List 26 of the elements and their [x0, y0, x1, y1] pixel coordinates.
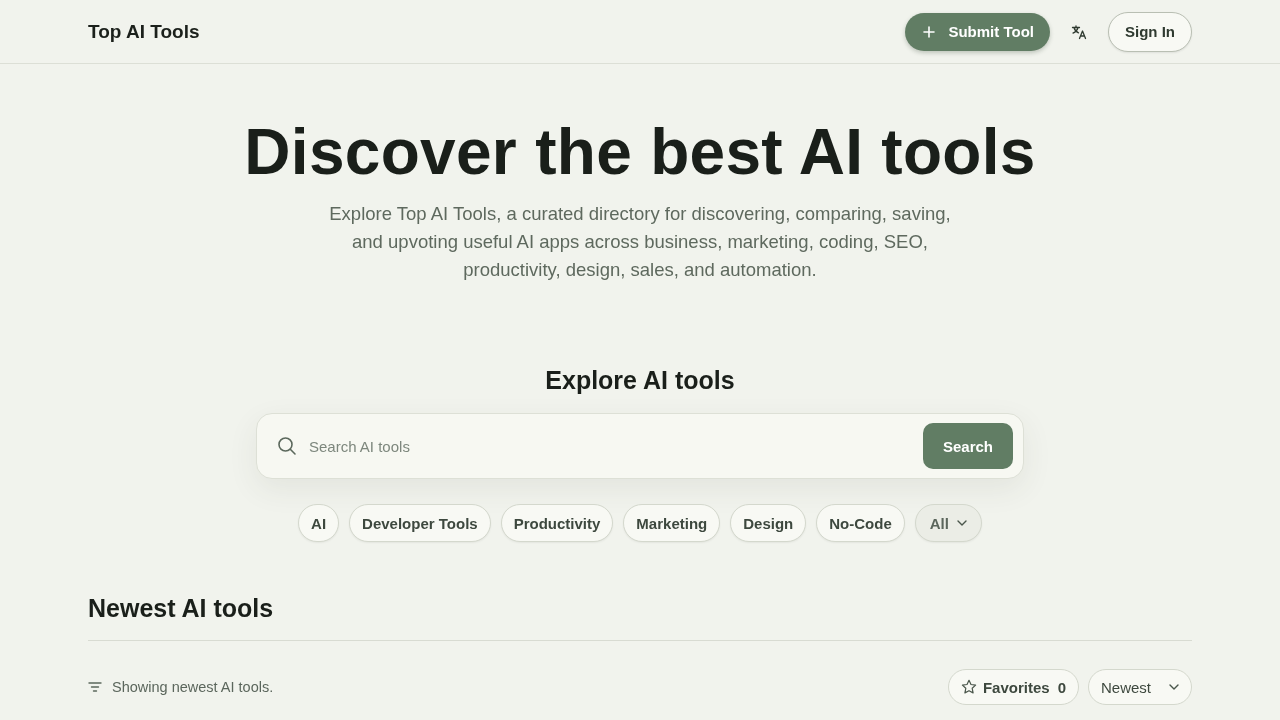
- category-chip[interactable]: No-Code: [816, 504, 905, 542]
- star-icon: [960, 679, 977, 695]
- hero-description: Explore Top AI Tools, a curated directory for discovering, comparing, saving, and upvoting useful AI apps across business, marketing, coding, SEO, productivity, design, sales, and automation.: [328, 202, 952, 282]
- search-field[interactable]: Search AI tools Search: [256, 413, 1024, 479]
- site-logo[interactable]: Top AI Tools: [88, 20, 200, 43]
- category-dropdown[interactable]: All: [914, 504, 982, 542]
- search-icon: [277, 436, 297, 456]
- chevron-down-icon: [956, 520, 967, 526]
- filter-icon: [88, 682, 102, 692]
- status-text: Showing newest AI tools.: [112, 679, 274, 695]
- search-button[interactable]: Search: [922, 423, 1013, 469]
- category-chip[interactable]: Developer Tools: [349, 504, 491, 542]
- category-chip[interactable]: AI: [298, 504, 340, 542]
- category-chip[interactable]: Marketing: [623, 504, 721, 542]
- category-chip[interactable]: Productivity: [500, 504, 614, 542]
- hero-title: Discover the best AI tools: [243, 116, 1037, 188]
- section-heading: Explore AI tools: [545, 365, 735, 396]
- submit-tool-button[interactable]: Submit Tool: [905, 12, 1050, 51]
- favorites-button[interactable]: Favorites 0: [947, 669, 1079, 705]
- sort-dropdown[interactable]: Newest: [1087, 669, 1192, 705]
- category-chip[interactable]: Design: [730, 504, 807, 542]
- chevron-down-icon: [1169, 684, 1179, 690]
- section-heading: Newest AI tools: [88, 593, 275, 624]
- translate-icon[interactable]: [1071, 23, 1087, 40]
- sign-in-button[interactable]: Sign In: [1108, 11, 1192, 52]
- plus-icon: [923, 25, 936, 38]
